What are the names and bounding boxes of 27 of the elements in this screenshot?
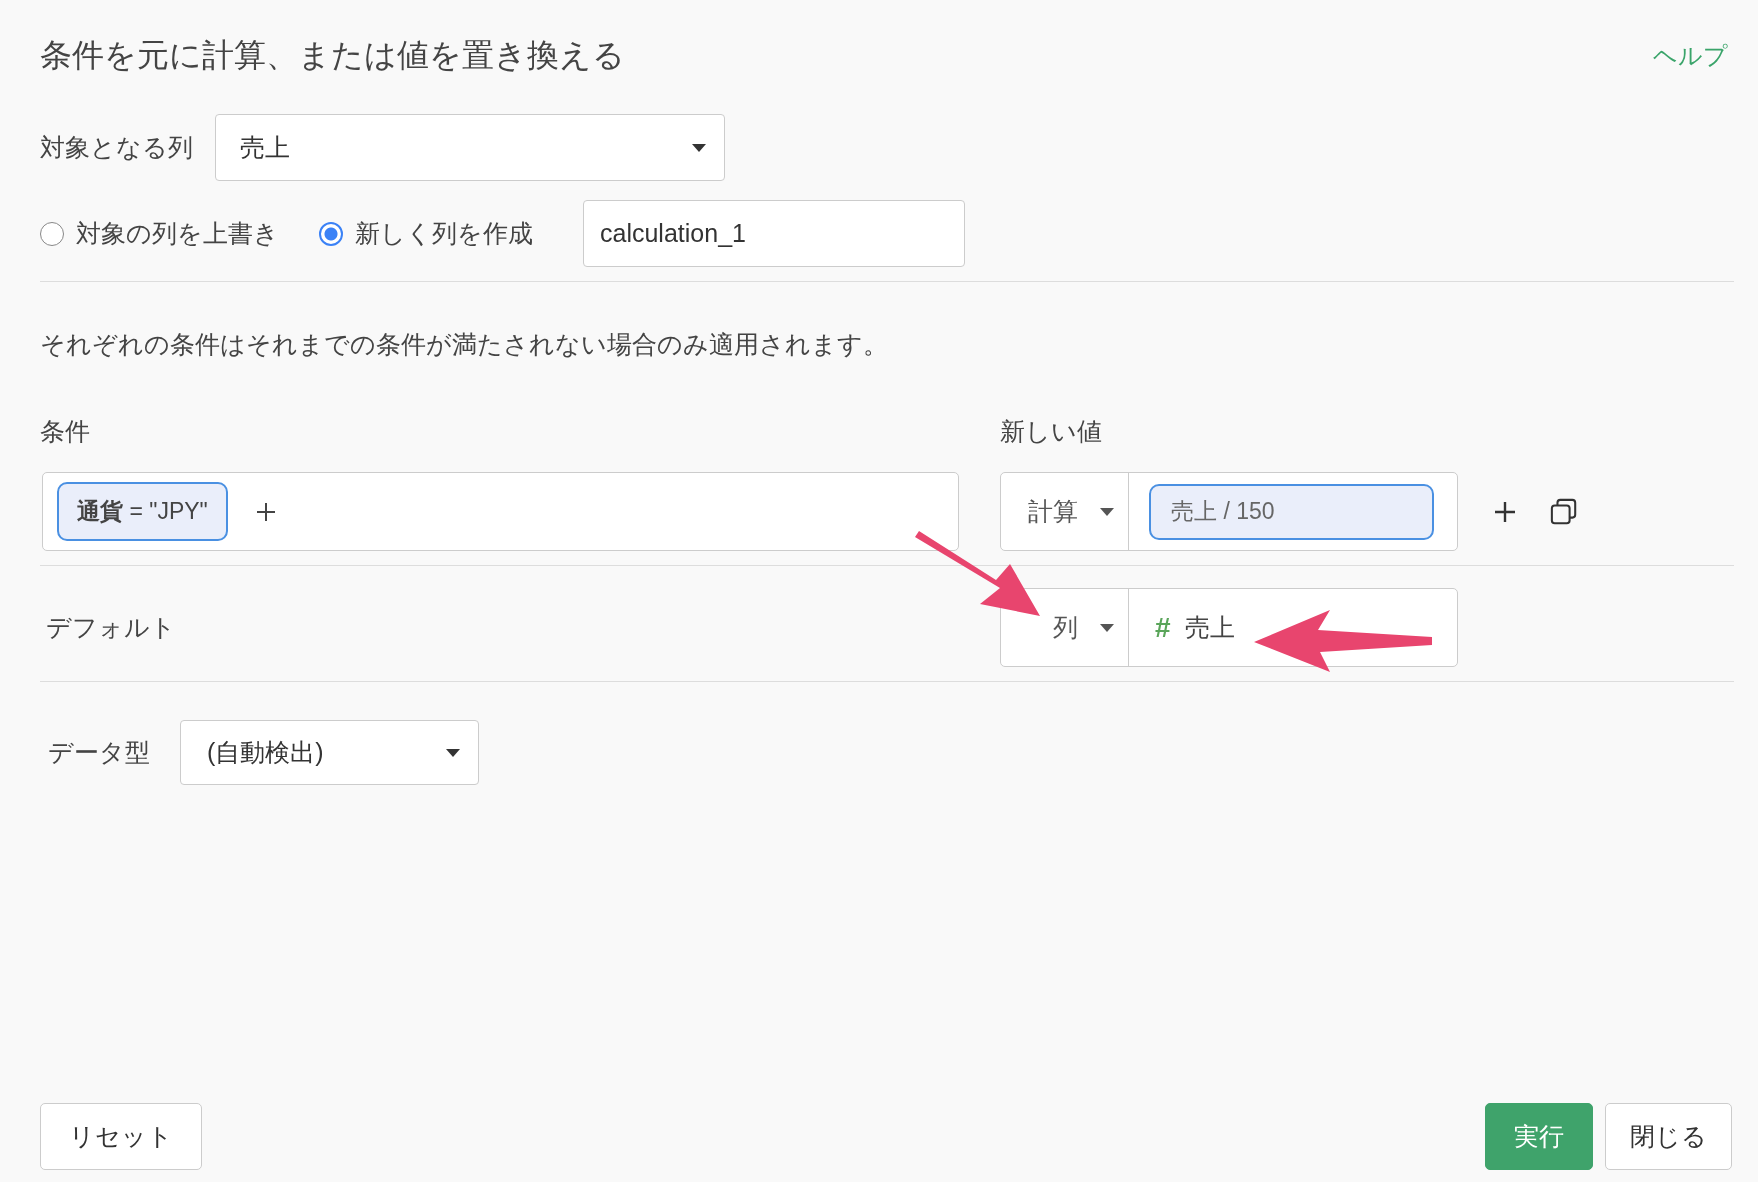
expression-field[interactable]: 売上 / 150 (1149, 483, 1434, 540)
target-column-select[interactable]: 売上 (215, 114, 725, 181)
default-column-value[interactable]: 売上 (1184, 611, 1235, 644)
value-type-select[interactable]: 計算 (1001, 473, 1129, 550)
dialog-title: 条件を元に計算、または値を置き換える (40, 36, 625, 75)
close-button[interactable]: 閉じる (1605, 1103, 1732, 1170)
condition-header: 条件 (40, 416, 91, 447)
target-column-label: 対象となる列 (40, 132, 193, 163)
default-label: デフォルト (45, 612, 177, 643)
caret-icon (692, 143, 706, 152)
data-type-label: データ型 (47, 737, 150, 768)
new-column-name-field[interactable]: calculation_1 (583, 200, 965, 267)
number-type-icon: # (1155, 611, 1171, 644)
caret-icon (1100, 507, 1114, 516)
add-icon[interactable] (1494, 500, 1516, 523)
caret-icon (446, 748, 460, 757)
add-icon[interactable] (255, 501, 276, 522)
radio-option[interactable]: 対象の列を上書き (40, 217, 279, 250)
radio-option[interactable]: 新しく列を作成 (319, 217, 533, 250)
data-type-select[interactable]: (自動検出) (180, 720, 479, 785)
caret-icon (1100, 623, 1114, 632)
condition-chip[interactable]: 通貨 = "JPY" (57, 482, 228, 541)
new-value-header: 新しい値 (1000, 416, 1102, 447)
condition-field[interactable]: 通貨 = "JPY" (42, 472, 959, 551)
copy-icon[interactable] (1550, 497, 1578, 526)
note-text: それぞれの条件はそれまでの条件が満たされない場合のみ適用されます。 (40, 329, 889, 360)
reset-button[interactable]: リセット (40, 1103, 202, 1170)
